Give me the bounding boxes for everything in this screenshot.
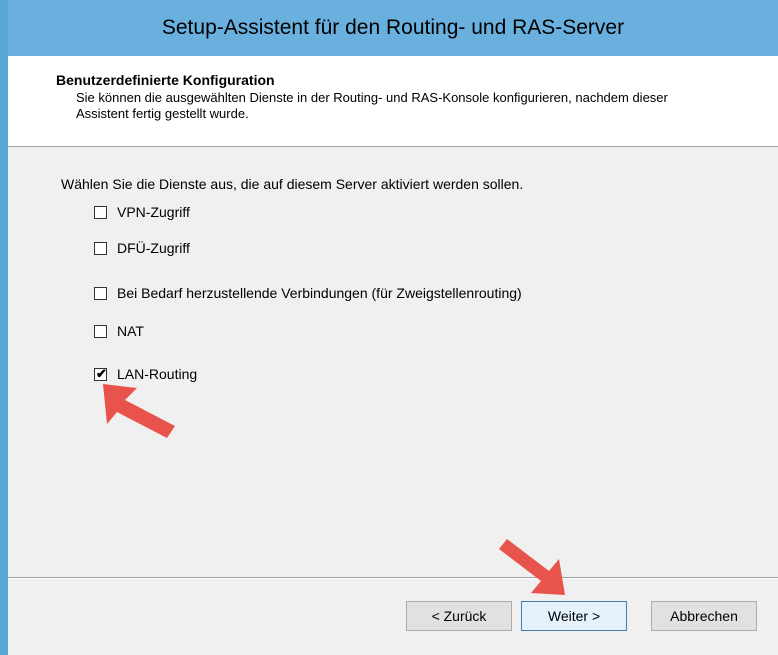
next-button[interactable]: Weiter >: [521, 601, 627, 631]
annotation-arrow-icon: [103, 384, 175, 438]
option-label: DFÜ-Zugriff: [117, 240, 190, 256]
page-title: Benutzerdefinierte Konfiguration: [56, 72, 275, 88]
annotation-arrow-icon: [499, 539, 565, 595]
option-label: Bei Bedarf herzustellende Verbindungen (…: [117, 285, 522, 301]
page-description: Sie können die ausgewählten Dienste in d…: [76, 90, 668, 121]
window-title: Setup-Assistent für den Routing- und RAS…: [161, 16, 625, 39]
back-button[interactable]: < Zurück: [406, 601, 512, 631]
option-label: NAT: [117, 323, 144, 339]
lan-routing-checkbox[interactable]: ✔: [94, 366, 107, 381]
dialup-access-checkbox[interactable]: [94, 241, 107, 255]
option-vpn-access[interactable]: VPN-Zugriff: [94, 202, 190, 222]
option-dialup-access[interactable]: DFÜ-Zugriff: [94, 238, 190, 258]
title-bar: Setup-Assistent für den Routing- und RAS…: [8, 0, 778, 56]
nat-checkbox[interactable]: [94, 324, 107, 338]
wizard-window: Setup-Assistent für den Routing- und RAS…: [8, 0, 778, 655]
instruction-text: Wählen Sie die Dienste aus, die auf dies…: [61, 176, 524, 192]
demand-dial-checkbox[interactable]: [94, 286, 107, 300]
option-label: VPN-Zugriff: [117, 204, 190, 220]
footer-separator: [8, 577, 778, 579]
option-nat[interactable]: NAT: [94, 321, 144, 341]
cancel-button[interactable]: Abbrechen: [651, 601, 757, 631]
vpn-access-checkbox[interactable]: [94, 205, 107, 219]
option-demand-dial[interactable]: Bei Bedarf herzustellende Verbindungen (…: [94, 283, 522, 303]
header-panel: Benutzerdefinierte Konfiguration Sie kön…: [8, 56, 778, 147]
